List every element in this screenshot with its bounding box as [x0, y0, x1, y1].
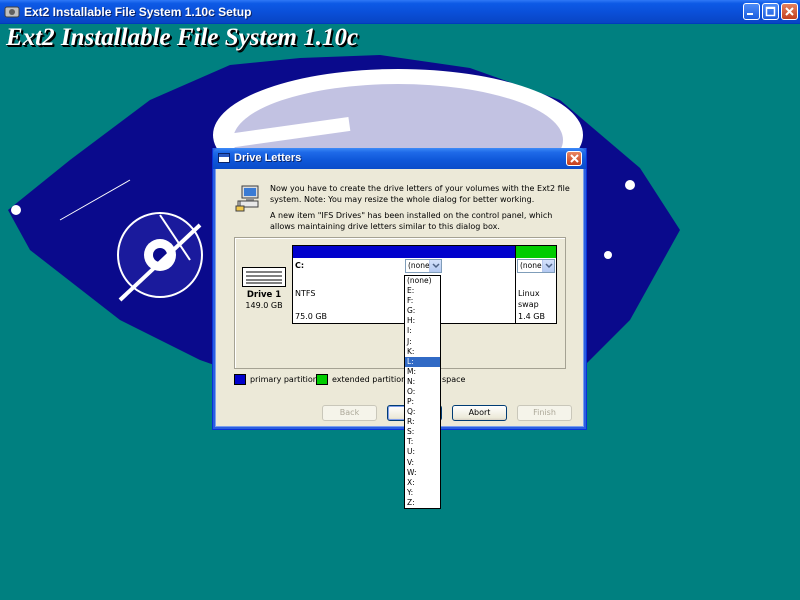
legend-primary-swatch — [234, 374, 246, 385]
setup-app-icon — [4, 6, 20, 18]
partition-filesystem-line2: swap — [518, 300, 539, 309]
drive-letter-select[interactable]: (none) — [405, 259, 442, 273]
minimize-button[interactable] — [743, 3, 760, 20]
abort-button[interactable]: Abort — [452, 405, 507, 421]
chevron-down-icon — [432, 263, 440, 269]
back-button[interactable]: Back — [322, 405, 377, 421]
dialog-close-button[interactable] — [566, 151, 582, 166]
dropdown-option[interactable]: (none) — [405, 276, 440, 286]
close-icon — [570, 154, 579, 163]
dropdown-arrow-button[interactable] — [429, 260, 441, 272]
dropdown-option[interactable]: H: — [405, 316, 440, 326]
dropdown-option[interactable]: Y: — [405, 488, 440, 498]
drive-letters-dialog: Drive Letters Now you have to create the… — [212, 148, 587, 430]
partition-size: 75.0 GB — [295, 312, 328, 321]
partition-filesystem-line1: Linux — [518, 289, 540, 298]
legend-free-space-label: space — [442, 375, 466, 384]
partition-filesystem: NTFS — [295, 289, 316, 298]
dropdown-option[interactable]: K: — [405, 347, 440, 357]
primary-partition-bar — [293, 246, 515, 258]
dropdown-option[interactable]: G: — [405, 306, 440, 316]
dropdown-option[interactable]: U: — [405, 447, 440, 457]
instruction-text: Now you have to create the drive letters… — [270, 184, 570, 204]
dropdown-option[interactable]: J: — [405, 337, 440, 347]
computer-network-icon — [235, 185, 259, 212]
dropdown-arrow-button[interactable] — [542, 260, 554, 272]
dropdown-option[interactable]: O: — [405, 387, 440, 397]
dropdown-option[interactable]: I: — [405, 326, 440, 336]
legend-extended-swatch — [316, 374, 328, 385]
dropdown-option[interactable]: R: — [405, 417, 440, 427]
close-icon — [785, 7, 794, 16]
partition-drive-letter: C: — [295, 261, 305, 270]
minimize-icon — [747, 13, 753, 15]
dropdown-option[interactable]: Q: — [405, 407, 440, 417]
drive-size: 149.0 GB — [245, 301, 283, 310]
dropdown-option[interactable]: V: — [405, 458, 440, 468]
drive-letter-select-swap[interactable]: (none) — [517, 259, 555, 273]
drive-letter-select-value: (none) — [520, 261, 545, 270]
maximize-button[interactable] — [762, 3, 779, 20]
control-panel-note: A new item "IFS Drives" has been install… — [270, 211, 553, 231]
partition-extended[interactable]: Linux swap 1.4 GB (none) — [515, 246, 556, 323]
partition-size: 1.4 GB — [518, 312, 545, 321]
legend-extended-label: extended partition — [332, 375, 407, 384]
hard-drive-icon — [242, 267, 286, 287]
dropdown-option[interactable]: T: — [405, 437, 440, 447]
dialog-title: Drive Letters — [234, 152, 302, 164]
drive-name: Drive 1 — [246, 290, 282, 300]
dialog-window-icon — [218, 153, 230, 163]
extended-partition-bar — [516, 246, 556, 258]
main-title-bar[interactable]: Ext2 Installable File System 1.10c Setup — [0, 0, 800, 24]
dropdown-option[interactable]: M: — [405, 367, 440, 377]
dropdown-option[interactable]: E: — [405, 286, 440, 296]
dropdown-option[interactable]: N: — [405, 377, 440, 387]
dropdown-option[interactable]: F: — [405, 296, 440, 306]
legend-primary-label: primary partition — [250, 375, 318, 384]
finish-button[interactable]: Finish — [517, 405, 572, 421]
close-button[interactable] — [781, 3, 798, 20]
dropdown-option[interactable]: W: — [405, 468, 440, 478]
dialog-title-bar[interactable]: Drive Letters — [213, 148, 586, 169]
dropdown-option[interactable]: X: — [405, 478, 440, 488]
window-title: Ext2 Installable File System 1.10c Setup — [24, 5, 252, 19]
dropdown-option[interactable]: Z: — [405, 498, 440, 508]
dropdown-option[interactable]: L: — [405, 356, 440, 367]
chevron-down-icon — [545, 263, 553, 269]
dropdown-option[interactable]: P: — [405, 397, 440, 407]
dropdown-option[interactable]: S: — [405, 427, 440, 437]
drive-letter-dropdown-list[interactable]: (none) E: F: G: H: I: J: K: L: M: N: O: P: Q: R: S: T: U:… — [404, 275, 441, 509]
maximize-icon — [765, 6, 776, 17]
hero-title: Ext2 Installable File System 1.10c — [6, 24, 359, 51]
